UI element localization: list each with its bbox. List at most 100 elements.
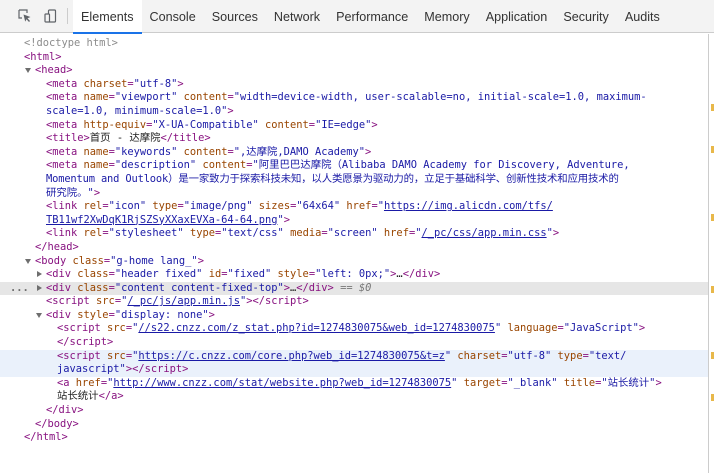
attr-name: href bbox=[346, 200, 372, 213]
tree-line-link-css[interactable]: <link rel="stylesheet" type="text/css" m… bbox=[0, 227, 708, 241]
tab-console[interactable]: Console bbox=[142, 0, 204, 33]
attr-name: type bbox=[557, 349, 583, 362]
stat-js-link[interactable]: //s22.cnzz.com/z_stat.php?id=1274830075&… bbox=[138, 322, 495, 334]
anchor-text: 站长统计 bbox=[57, 390, 99, 403]
attr-name: content bbox=[202, 159, 247, 172]
attr-value: Momentum and Outlook）是一家致力于探索科技未知，以人类愿景为… bbox=[46, 172, 619, 185]
tree-line-body[interactable]: <body class="g-home lang_"> bbox=[0, 255, 708, 269]
collapse-arrow-icon[interactable] bbox=[37, 271, 42, 278]
attr-name: content bbox=[183, 91, 228, 104]
tree-line-doctype[interactable]: <!doctype html> bbox=[0, 37, 708, 51]
inspect-cursor-icon-glyph bbox=[18, 9, 31, 22]
tab-security[interactable]: Security bbox=[555, 0, 617, 33]
attr-value: "description" bbox=[114, 159, 197, 172]
attr-name: src bbox=[107, 349, 126, 362]
attr-value: "64x64" bbox=[296, 200, 341, 213]
attr-name: src bbox=[96, 295, 115, 308]
tree-line-meta-viewport-cont[interactable]: scale=1.0, minimum-scale=1.0"> bbox=[0, 105, 708, 119]
tab-network[interactable]: Network bbox=[266, 0, 328, 33]
icon-href-link[interactable]: https://img.alicdn.com/tfs/ bbox=[384, 200, 553, 212]
tab-memory[interactable]: Memory bbox=[416, 0, 477, 33]
attr-name: type bbox=[152, 200, 178, 213]
collapse-arrow-icon[interactable] bbox=[37, 284, 42, 291]
tree-line-anchor-stat[interactable]: <a href="http://www.cnzz.com/stat/websit… bbox=[0, 377, 708, 391]
attr-name: class bbox=[77, 281, 109, 294]
tree-line-meta-description-end[interactable]: 研究院。"> bbox=[0, 187, 708, 201]
expand-arrow-icon[interactable] bbox=[36, 312, 42, 318]
tree-line-anchor-stat-cont[interactable]: 站长统计</a> bbox=[0, 390, 708, 404]
tree-line-meta-compat[interactable]: <meta http-equiv="X-UA-Compatible" conte… bbox=[0, 119, 708, 133]
attr-value: "viewport" bbox=[114, 91, 178, 104]
tree-line-meta-keywords[interactable]: <meta name="keywords" content=",达摩院,DAMO… bbox=[0, 146, 708, 160]
icon-href-link-cont[interactable]: TB11wf2XwDqK1RjSZSyXXaxEVXa-64-64.png bbox=[46, 214, 277, 226]
head-open-tag: <head> bbox=[35, 64, 73, 77]
tree-line-meta-charset[interactable]: <meta charset="utf-8"> bbox=[0, 78, 708, 92]
attr-value: "width=device-width, user-scalable=no, i… bbox=[233, 91, 647, 104]
attr-name: content bbox=[183, 145, 228, 158]
attr-name: style bbox=[77, 308, 109, 321]
tab-application[interactable]: Application bbox=[478, 0, 556, 33]
attr-name: sizes bbox=[258, 200, 291, 213]
doctype-node: <!doctype html> bbox=[24, 37, 118, 49]
attr-value: "text/ bbox=[588, 349, 627, 362]
tree-line-script-app[interactable]: <script src="/_pc/js/app.min.js"></scrip… bbox=[0, 295, 708, 309]
attr-name: name bbox=[83, 159, 109, 172]
attr-value: "站长统计" bbox=[601, 376, 656, 389]
tree-line-head-close[interactable]: </head> bbox=[0, 241, 708, 255]
tree-line-meta-description-cont[interactable]: Momentum and Outlook）是一家致力于探索科技未知，以人类愿景为… bbox=[0, 173, 708, 187]
tree-line-div-content-selected[interactable]: ... <div class="content content-fixed-top… bbox=[0, 281, 708, 296]
tree-line-script-core[interactable]: <script src="https://c.cnzz.com/core.php… bbox=[0, 349, 708, 364]
attr-name: title bbox=[563, 376, 596, 389]
app-js-link[interactable]: /_pc/js/app.min.js bbox=[127, 295, 240, 307]
attr-name: charset bbox=[83, 77, 128, 90]
tree-line-meta-description[interactable]: <meta name="description" content="阿里巴巴达摩… bbox=[0, 159, 708, 173]
tree-line-div-close[interactable]: </div> bbox=[0, 404, 708, 418]
attr-value: "JavaScript" bbox=[563, 322, 639, 335]
attr-value: "icon" bbox=[108, 200, 147, 213]
tree-line-html-close[interactable]: </html> bbox=[0, 431, 708, 445]
tree-line-script-stat[interactable]: <script src="//s22.cnzz.com/z_stat.php?i… bbox=[0, 322, 708, 336]
panel-tabs: Elements Console Sources Network Perform… bbox=[73, 0, 668, 34]
attr-value: "utf-8" bbox=[507, 349, 552, 362]
tree-line-script-core-cont[interactable]: javascript"></script> bbox=[0, 363, 708, 377]
tree-line-title[interactable]: <title>首页 - 达摩院</title> bbox=[0, 132, 708, 146]
more-actions-dots[interactable]: ... bbox=[10, 282, 29, 296]
expand-arrow-icon[interactable] bbox=[25, 258, 31, 264]
tree-line-head[interactable]: <head> bbox=[0, 64, 708, 78]
attr-value: "image/png" bbox=[183, 200, 253, 213]
attr-name: content bbox=[265, 118, 309, 131]
styles-pane-edge[interactable] bbox=[708, 34, 714, 473]
selected-node-marker: == $0 bbox=[340, 281, 372, 294]
tree-line-meta-viewport[interactable]: <meta name="viewport" content="width=dev… bbox=[0, 91, 708, 105]
inspect-cursor-icon[interactable] bbox=[12, 0, 38, 32]
attr-value: "display: none" bbox=[114, 308, 209, 321]
tree-line-div-hidden[interactable]: <div style="display: none"> bbox=[0, 309, 708, 323]
tree-line-link-icon[interactable]: <link rel="icon" type="image/png" sizes=… bbox=[0, 200, 708, 214]
tree-line-html[interactable]: <html> bbox=[0, 51, 708, 65]
attr-value: ",达摩院,DAMO Academy" bbox=[233, 145, 365, 158]
title-text: 首页 - 达摩院 bbox=[89, 132, 161, 145]
tree-line-div-header[interactable]: <div class="header fixed" id="fixed" sty… bbox=[0, 268, 708, 282]
attr-name: charset bbox=[457, 349, 502, 362]
attr-value: 研究院。" bbox=[46, 186, 94, 199]
tree-line-link-icon-cont[interactable]: TB11wf2XwDqK1RjSZSyXXaxEVXa-64-64.png"> bbox=[0, 214, 708, 228]
tree-line-body-close[interactable]: </body> bbox=[0, 418, 708, 432]
attr-name: class bbox=[77, 268, 109, 281]
attr-value: "fixed" bbox=[227, 268, 272, 281]
tab-elements[interactable]: Elements bbox=[73, 0, 142, 34]
tab-sources[interactable]: Sources bbox=[204, 0, 266, 33]
attr-name: rel bbox=[83, 200, 103, 213]
toolbar-separator bbox=[67, 8, 68, 24]
stat-website-link[interactable]: http://www.cnzz.com/stat/website.php?web… bbox=[113, 377, 451, 389]
css-href-link[interactable]: /_pc/css/app.min.css bbox=[421, 227, 546, 239]
tab-performance[interactable]: Performance bbox=[328, 0, 416, 33]
tab-audits[interactable]: Audits bbox=[617, 0, 668, 33]
attr-name: name bbox=[83, 145, 109, 158]
attr-value: "stylesheet" bbox=[108, 227, 184, 240]
html-open-tag: <html> bbox=[24, 50, 62, 63]
expand-arrow-icon[interactable] bbox=[25, 68, 31, 74]
device-mode-icon[interactable] bbox=[38, 0, 64, 32]
tree-line-script-stat-close[interactable]: </script> bbox=[0, 336, 708, 350]
attr-value: "left: 0px;" bbox=[315, 268, 391, 281]
core-js-link[interactable]: https://c.cnzz.com/core.php?web_id=12748… bbox=[138, 350, 445, 362]
